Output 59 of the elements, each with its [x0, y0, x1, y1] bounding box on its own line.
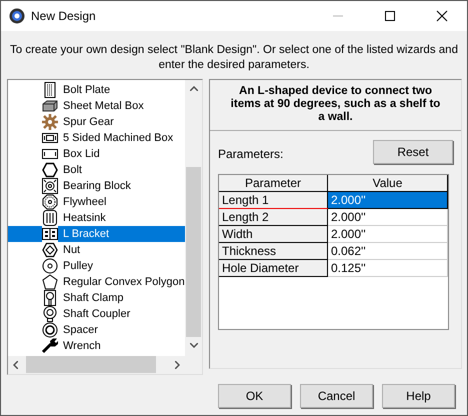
column-header[interactable]: Value: [328, 175, 448, 192]
coupler-icon: [42, 306, 58, 322]
fins-icon: [42, 210, 58, 226]
close-icon[interactable]: [436, 10, 448, 22]
box-outline-icon: [42, 130, 58, 146]
ring-icon: [42, 322, 58, 338]
ok-button[interactable]: OK: [218, 384, 291, 408]
wizard-item[interactable]: Nut: [8, 242, 185, 258]
wizard-item[interactable]: Spur Gear: [8, 114, 185, 130]
description-text: An L-shaped device to connect two items at 90 degrees, such as a shelf to a wall.: [210, 80, 461, 131]
column-header[interactable]: Parameter: [219, 175, 328, 192]
wizard-item[interactable]: Bolt Plate: [8, 82, 185, 98]
wizard-item[interactable]: 5 Sided Machined Box: [8, 130, 185, 146]
bracket-icon: [42, 226, 58, 242]
gear-icon: [42, 114, 58, 130]
instruction-text: To create your own design select "Blank Design". Or select one of the listed wizards and enter the desired parameters.: [9, 43, 459, 73]
clamp-icon: [42, 290, 58, 306]
hexagon-icon: [42, 162, 58, 178]
value-field[interactable]: 2.000'': [328, 192, 448, 208]
wizard-item[interactable]: Bolt: [8, 162, 185, 178]
wizard-item[interactable]: Shaft Coupler: [8, 306, 185, 322]
wizard-item[interactable]: Box Lid: [8, 146, 185, 162]
wizard-item[interactable]: Regular Convex Polygon: [8, 274, 185, 290]
value-field[interactable]: 0.062'': [328, 242, 448, 260]
box-icon: [42, 98, 58, 114]
value-field[interactable]: 2.000'': [328, 226, 448, 242]
table-cell: Thickness: [219, 242, 328, 260]
nut-icon: [42, 242, 58, 258]
cancel-button[interactable]: Cancel: [300, 384, 373, 408]
table-cell: Length 2: [219, 208, 328, 226]
wizard-item[interactable]: Heatsink: [8, 210, 185, 226]
pulley-icon: [42, 258, 58, 274]
help-button[interactable]: Help: [382, 384, 455, 408]
wizard-item[interactable]: Spacer: [8, 322, 185, 338]
table-cell: Hole Diameter: [219, 260, 328, 276]
maximize-icon[interactable]: [384, 10, 396, 22]
table-cell: Width: [219, 226, 328, 242]
gear-icon: [9, 8, 25, 24]
lid-icon: [42, 146, 58, 162]
wizard-item[interactable]: Shaft Clamp: [8, 290, 185, 306]
bearing-block-icon: [42, 178, 58, 194]
parameters-label: Parameters:: [218, 147, 284, 163]
wrench-icon: [42, 338, 58, 354]
pentagon-icon: [42, 274, 58, 290]
reset-button[interactable]: Reset: [373, 140, 453, 164]
wheel-icon: [42, 194, 58, 210]
table-cell: Length 1: [219, 192, 328, 208]
wizard-item[interactable]: Flywheel: [8, 194, 185, 210]
window-title: New Design: [31, 9, 96, 23]
grid-plate-icon: [42, 82, 58, 98]
value-field[interactable]: 0.125'': [328, 260, 448, 276]
scroll-thumb[interactable]: [26, 356, 156, 373]
scroll-thumb[interactable]: [186, 167, 201, 337]
wizard-item[interactable]: Pulley: [8, 258, 185, 274]
wizard-item[interactable]: L Bracket: [8, 226, 185, 242]
wizard-item[interactable]: Bearing Block: [8, 178, 185, 194]
value-field[interactable]: 2.000'': [328, 208, 448, 226]
wizard-item[interactable]: Sheet Metal Box: [8, 98, 185, 114]
wizard-item[interactable]: Wrench: [8, 338, 185, 354]
